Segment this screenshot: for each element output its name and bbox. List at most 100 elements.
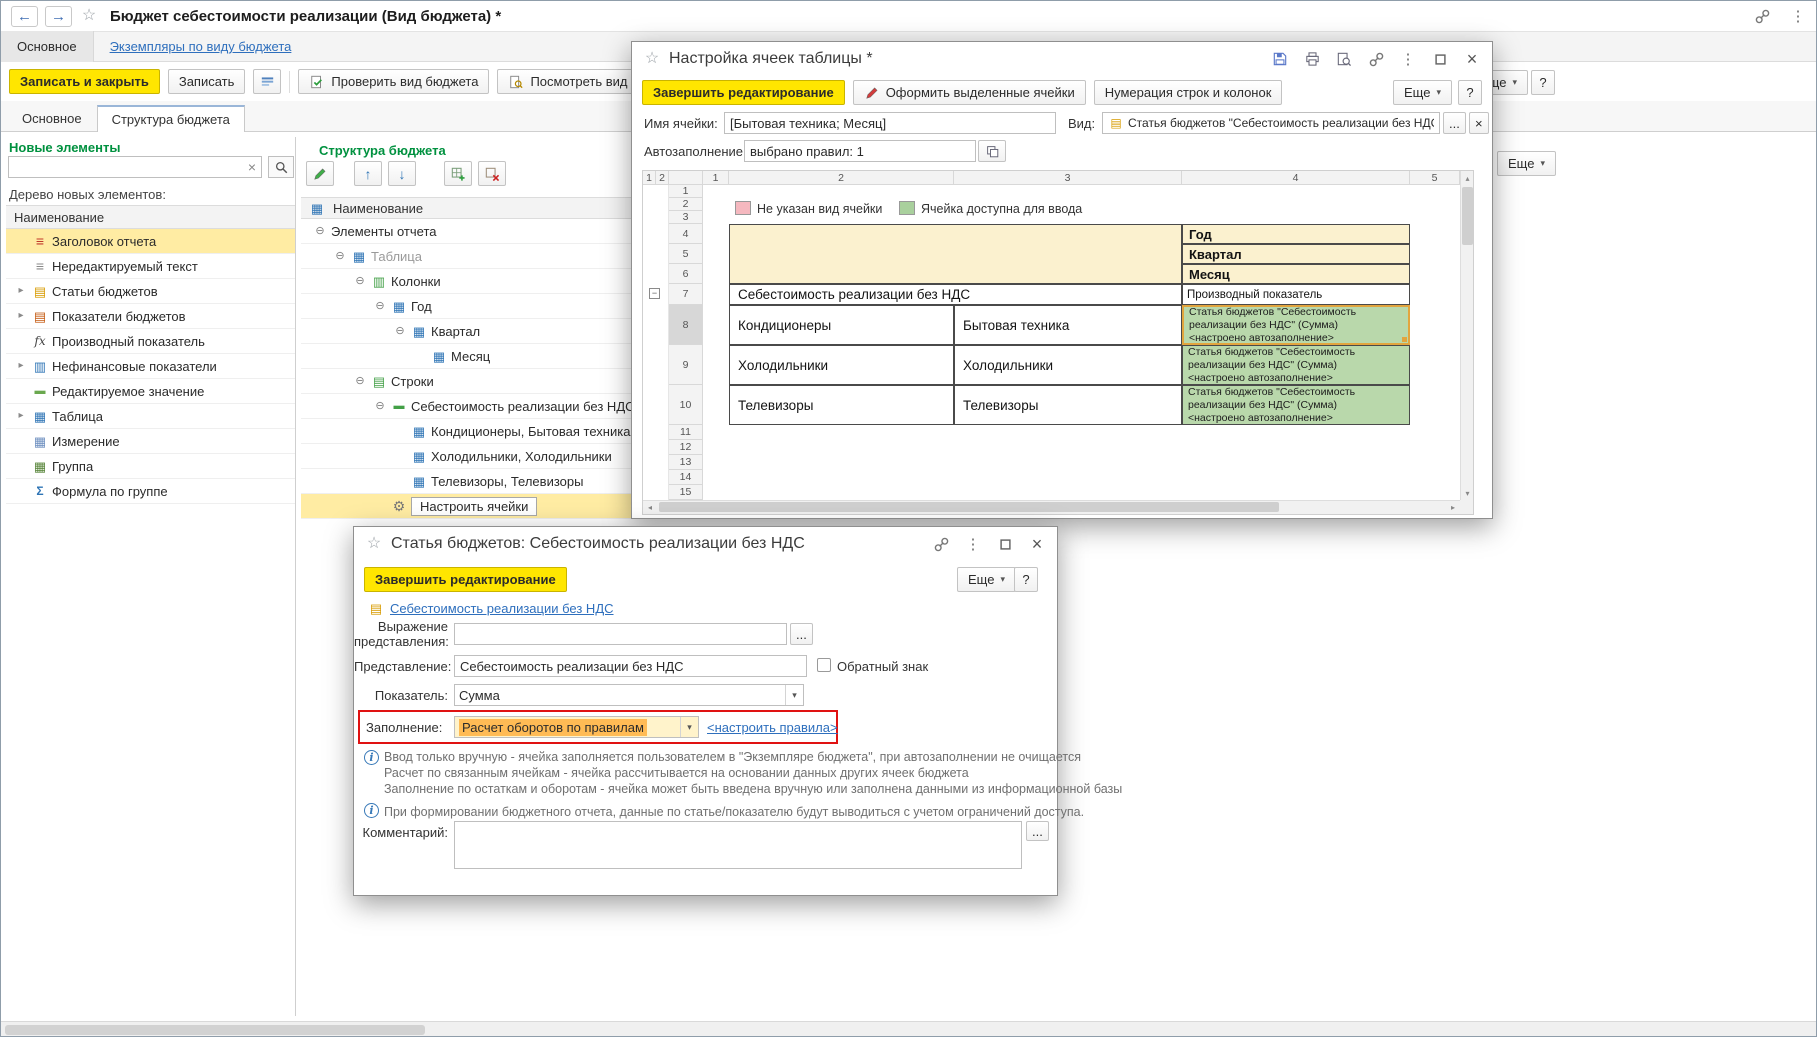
scroll-left-icon[interactable]: ◂	[643, 500, 657, 514]
star-icon[interactable]: ☆	[79, 6, 99, 26]
row-header[interactable]: 7	[669, 284, 703, 305]
scroll-up-icon[interactable]: ▴	[1460, 171, 1473, 185]
menu-dots-icon[interactable]: ⋮	[1790, 8, 1806, 24]
name-cell[interactable]: Телевизоры	[729, 385, 954, 425]
name-cell[interactable]: Холодильники	[729, 345, 954, 385]
configure-rules-link[interactable]: <настроить правила>	[707, 720, 838, 735]
nav-tab-main[interactable]: Основное	[1, 31, 94, 62]
reverse-sign-checkbox[interactable]	[817, 658, 831, 672]
scrollbar-thumb[interactable]	[5, 1025, 425, 1035]
tree-item[interactable]: fx Производный показатель	[6, 329, 295, 354]
comment-choose-button[interactable]: ...	[1026, 821, 1049, 841]
kind-clear-button[interactable]: ×	[1469, 112, 1489, 134]
row-header[interactable]: 5	[669, 244, 703, 264]
configure-cells-box[interactable]: Настроить ячейки	[411, 496, 538, 516]
tab-structure[interactable]: Структура бюджета	[96, 105, 245, 132]
tree-item[interactable]: ▬ Редактируемое значение	[6, 379, 295, 404]
column-header[interactable]: 2	[729, 171, 954, 185]
tree-item[interactable]: ≡ Нередактируемый текст	[6, 254, 295, 279]
get-link-icon[interactable]	[1754, 8, 1770, 24]
row-header[interactable]: 2	[669, 198, 703, 211]
corner-level-box[interactable]: 1	[643, 171, 656, 185]
numbering-button[interactable]: Нумерация строк и колонок	[1093, 80, 1283, 105]
dimension-cell[interactable]: Бытовая техника	[954, 305, 1182, 345]
expression-input[interactable]	[454, 623, 787, 645]
column-header[interactable]: 5	[1410, 171, 1460, 185]
article-row-cell[interactable]: Себестоимость реализации без НДС	[729, 284, 1182, 305]
get-link-icon[interactable]	[1368, 51, 1384, 67]
row-header[interactable]: 6	[669, 264, 703, 284]
print-icon[interactable]	[1304, 51, 1320, 67]
dialog-more-button[interactable]: Еще ▾	[1393, 80, 1452, 105]
comment-textarea[interactable]	[454, 821, 1022, 869]
format-cells-button[interactable]: Оформить выделенные ячейки	[852, 80, 1086, 105]
tree-item[interactable]: ▦ Измерение	[6, 429, 295, 454]
add-row-button[interactable]	[444, 161, 472, 186]
dimension-cell[interactable]: Телевизоры	[954, 385, 1182, 425]
move-down-button[interactable]: ↓	[388, 161, 416, 186]
row-header[interactable]: 12	[669, 440, 703, 455]
row-header[interactable]: 9	[669, 345, 703, 385]
autofill-cell[interactable]: Статья бюджетов "Себестоимость реализации…	[1182, 385, 1410, 425]
dialog-help-button[interactable]: ?	[1458, 80, 1482, 105]
maximize-icon[interactable]	[997, 536, 1013, 552]
tab-main[interactable]: Основное	[7, 104, 97, 131]
search-input[interactable]	[9, 158, 243, 176]
filling-select[interactable]: Расчет оборотов по правилам ▾	[454, 716, 699, 738]
row-header[interactable]: 3	[669, 211, 703, 224]
autofill-rules-button[interactable]	[978, 140, 1006, 162]
tree-item[interactable]: ▸ ▤ Показатели бюджетов	[6, 304, 295, 329]
period-merged-cell[interactable]	[729, 224, 1182, 284]
horizontal-scrollbar[interactable]	[1, 1021, 1816, 1036]
row-header[interactable]: 4	[669, 224, 703, 244]
edit-button[interactable]	[306, 161, 334, 186]
article-link[interactable]: Себестоимость реализации без НДС	[390, 601, 614, 616]
menu-dots-icon[interactable]: ⋮	[965, 536, 981, 552]
row-header[interactable]: 8	[669, 305, 703, 345]
forward-button[interactable]: →	[45, 5, 72, 27]
group-expander-icon[interactable]: −	[649, 288, 660, 299]
tree-item[interactable]: ▸ ▦ Таблица	[6, 404, 295, 429]
row-header[interactable]: 15	[669, 485, 703, 500]
star-icon[interactable]: ☆	[366, 536, 382, 552]
autofill-cell[interactable]: Статья бюджетов "Себестоимость реализации…	[1182, 345, 1410, 385]
indicator-cell[interactable]: Производный показатель	[1182, 284, 1410, 305]
save-close-button[interactable]: Записать и закрыть	[9, 69, 160, 94]
column-header[interactable]: 3	[954, 171, 1182, 185]
hscroll-thumb[interactable]	[659, 502, 1279, 512]
corner-level-box[interactable]: 2	[656, 171, 669, 185]
report-structure-button[interactable]	[253, 69, 282, 94]
period-cell[interactable]: Квартал	[1182, 244, 1410, 264]
autofill-input[interactable]: выбрано правил: 1	[744, 140, 976, 162]
row-header[interactable]: 1	[669, 185, 703, 198]
back-button[interactable]: ←	[11, 5, 38, 27]
kind-input[interactable]: ▤ Статья бюджетов "Себестоимость реализа…	[1102, 112, 1440, 134]
scroll-down-icon[interactable]: ▾	[1460, 486, 1473, 500]
autofill-cell[interactable]: Статья бюджетов "Себестоимость реализации…	[1182, 305, 1410, 345]
dialog-help-button[interactable]: ?	[1014, 567, 1038, 592]
column-header[interactable]: 1	[703, 171, 729, 185]
get-link-icon[interactable]	[933, 536, 949, 552]
structure-more-button[interactable]: Еще ▾	[1497, 151, 1556, 176]
save-button[interactable]: Записать	[167, 69, 246, 94]
tree-item[interactable]: Σ Формула по группе	[6, 479, 295, 504]
indicator-select[interactable]: Сумма ▾	[454, 684, 804, 706]
toolbar-help-button[interactable]: ?	[1531, 70, 1555, 95]
preview-icon[interactable]	[1336, 51, 1352, 67]
row-header[interactable]: 11	[669, 425, 703, 440]
name-cell[interactable]: Кондиционеры	[729, 305, 954, 345]
expression-choose-button[interactable]: ...	[790, 623, 813, 645]
move-up-button[interactable]: ↑	[354, 161, 382, 186]
check-budget-button[interactable]: Проверить вид бюджета	[298, 69, 490, 94]
close-icon[interactable]: ×	[1029, 535, 1045, 553]
delete-row-button[interactable]	[478, 161, 506, 186]
menu-dots-icon[interactable]: ⋮	[1400, 51, 1416, 67]
tree-item[interactable]: ▸ ▥ Нефинансовые показатели	[6, 354, 295, 379]
scroll-right-icon[interactable]: ▸	[1446, 500, 1460, 514]
dropdown-icon[interactable]: ▾	[680, 717, 698, 737]
period-cell[interactable]: Месяц	[1182, 264, 1410, 284]
tree-item[interactable]: ≡ Заголовок отчета	[6, 229, 295, 254]
finish-editing-button[interactable]: Завершить редактирование	[642, 80, 845, 105]
save-icon[interactable]	[1272, 51, 1288, 67]
vscroll-thumb[interactable]	[1462, 187, 1473, 245]
